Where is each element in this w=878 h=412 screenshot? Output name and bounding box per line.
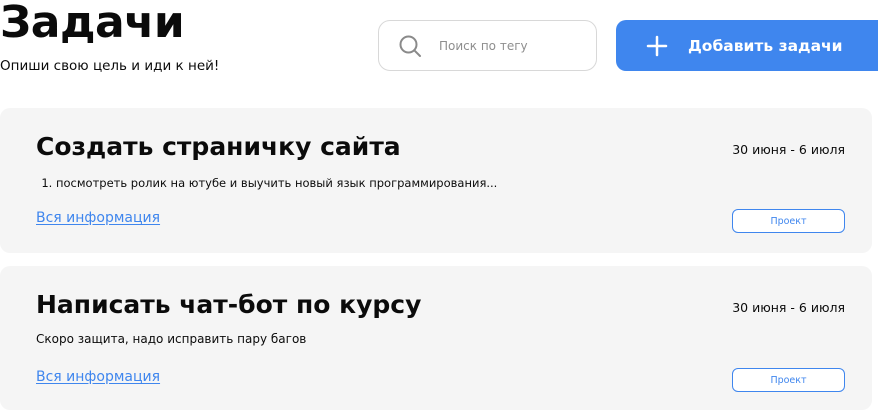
page-title: Задачи bbox=[0, 0, 185, 48]
plus-icon bbox=[646, 35, 668, 57]
task-checklist-item: посмотреть ролик на ютубе и выучить новы… bbox=[56, 175, 497, 191]
task-card: Написать чат-бот по курсу 30 июня - 6 ию… bbox=[0, 266, 872, 410]
task-card: Создать страничку сайта 30 июня - 6 июля… bbox=[0, 108, 872, 253]
task-info-link[interactable]: Вся информация bbox=[36, 368, 160, 386]
task-dates: 30 июня - 6 июля bbox=[732, 142, 845, 157]
task-description: Скоро защита, надо исправить пару багов bbox=[36, 332, 307, 346]
task-checklist: посмотреть ролик на ютубе и выучить новы… bbox=[36, 175, 497, 191]
add-task-button[interactable]: Добавить задачи bbox=[616, 20, 878, 71]
search-icon bbox=[399, 35, 421, 57]
task-title: Написать чат-бот по курсу bbox=[36, 290, 422, 319]
task-tag-badge[interactable]: Проект bbox=[732, 368, 845, 392]
search-box[interactable] bbox=[378, 20, 597, 71]
task-title: Создать страничку сайта bbox=[36, 132, 401, 161]
task-tag-badge[interactable]: Проект bbox=[732, 209, 845, 233]
task-info-link[interactable]: Вся информация bbox=[36, 209, 160, 227]
search-input[interactable] bbox=[439, 35, 584, 57]
task-dates: 30 июня - 6 июля bbox=[732, 300, 845, 315]
add-task-button-label: Добавить задачи bbox=[688, 37, 843, 55]
page-subtitle: Опиши свою цель и иди к ней! bbox=[0, 58, 220, 74]
